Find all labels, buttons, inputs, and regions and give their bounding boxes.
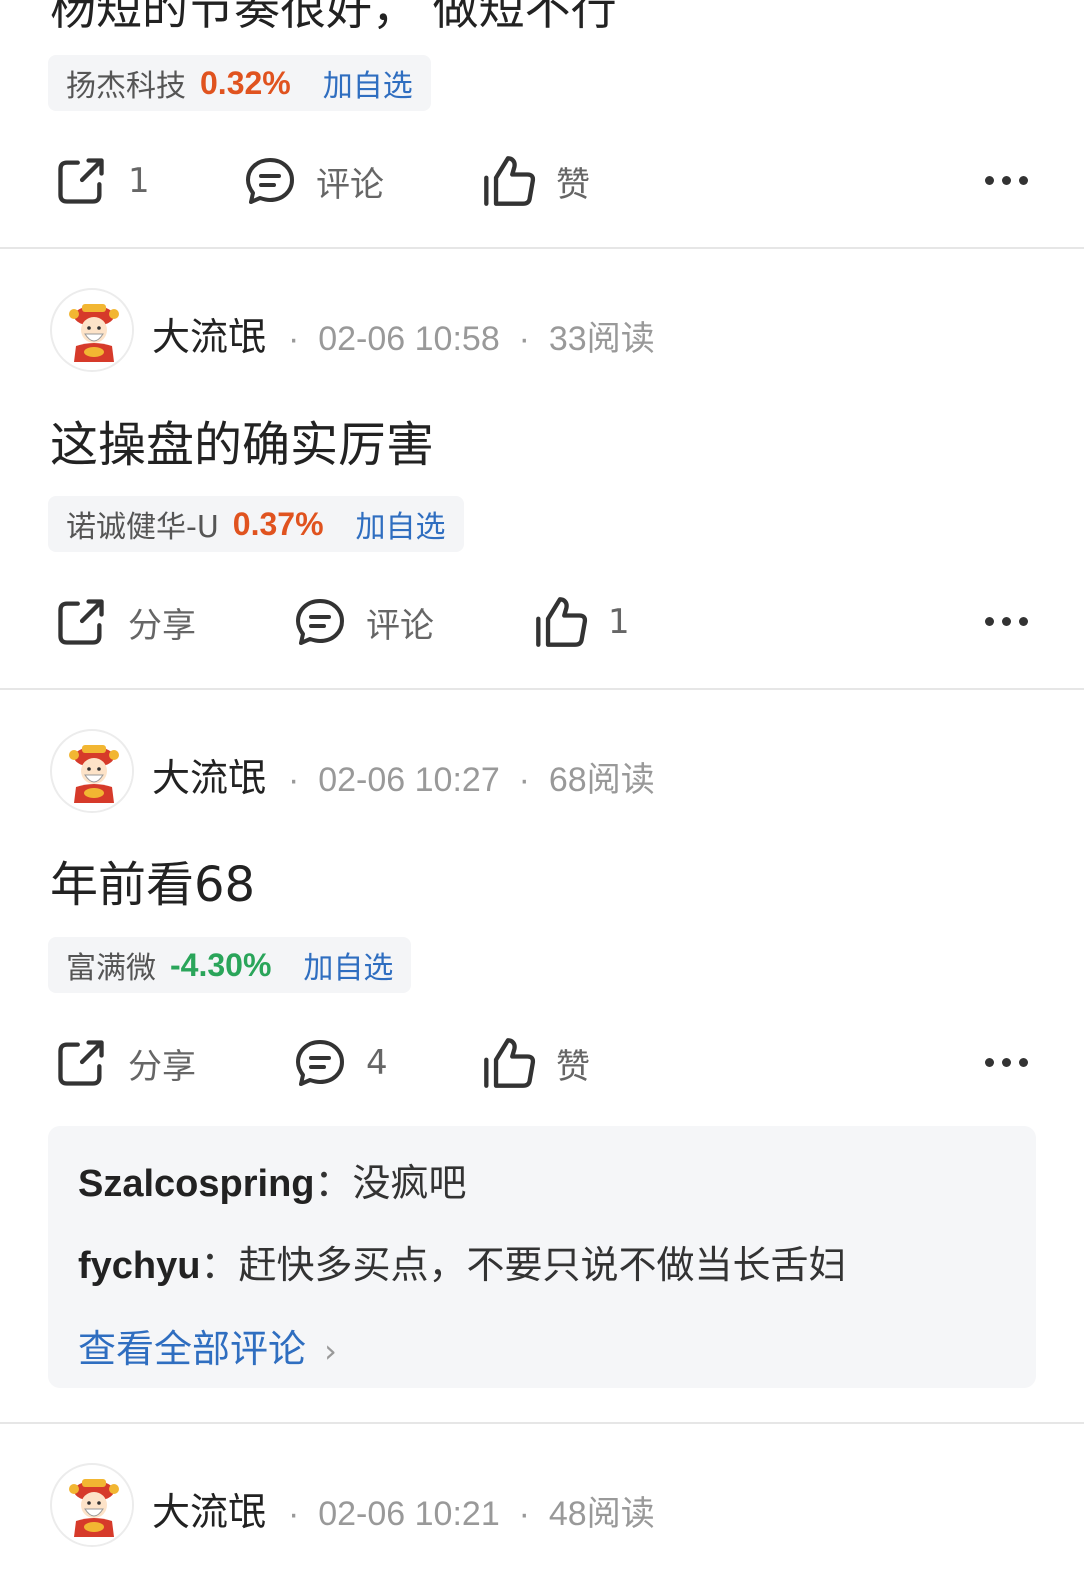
- comment-button[interactable]: 4: [294, 1028, 388, 1098]
- comment-label: 评论: [316, 164, 384, 205]
- like-label: 赞: [556, 164, 590, 205]
- commenter-name[interactable]: Szalcospring: [78, 1163, 315, 1205]
- view-all-comments-link[interactable]: 查看全部评论 ›: [78, 1318, 337, 1373]
- stock-name: 富满微: [66, 951, 156, 986]
- thumbs-up-icon: [534, 595, 588, 649]
- stock-name: 扬杰科技: [66, 69, 186, 104]
- stock-name: 诺诚健华-U: [66, 510, 219, 545]
- comment-icon: [296, 1040, 344, 1086]
- share-icon: [54, 1036, 108, 1090]
- avatar[interactable]: [50, 1463, 134, 1547]
- share-button[interactable]: 分享: [54, 1028, 196, 1098]
- avatar[interactable]: [50, 288, 134, 372]
- stock-change: -4.30%: [170, 946, 272, 983]
- post-meta: · 02-06 10:21 · 48阅读: [288, 1486, 655, 1535]
- stock-chip[interactable]: 富满微 -4.30% 加自选: [48, 937, 412, 993]
- share-icon: [54, 595, 108, 649]
- stock-chip[interactable]: 扬杰科技 0.32% 加自选: [48, 55, 431, 111]
- comment-separator: ：: [200, 1243, 239, 1287]
- add-watchlist-button[interactable]: 加自选: [356, 502, 446, 546]
- post-text[interactable]: 这操盘的确实厉害: [50, 405, 434, 475]
- meta-dot: ·: [518, 1495, 530, 1533]
- like-button[interactable]: 1: [534, 587, 630, 657]
- share-icon: [54, 154, 108, 208]
- comment-separator: ：: [314, 1161, 353, 1205]
- avatar-image: [53, 1468, 132, 1545]
- comment-text: 没疯吧: [352, 1161, 467, 1205]
- author-name[interactable]: 大流氓: [152, 306, 266, 361]
- post-meta: · 02-06 10:58 · 33阅读: [288, 311, 655, 360]
- meta-dot: ·: [288, 320, 300, 358]
- post-text[interactable]: 年前看68: [50, 845, 255, 915]
- add-watchlist-button[interactable]: 加自选: [323, 61, 413, 105]
- comment-button[interactable]: 评论: [294, 587, 434, 657]
- like-label: 赞: [556, 1046, 590, 1087]
- chevron-right-icon: ›: [324, 1332, 337, 1370]
- more-options-icon[interactable]: [985, 160, 1028, 200]
- read-count: 48阅读: [548, 1495, 655, 1533]
- stock-change: 0.32%: [200, 64, 291, 101]
- meta-dot: ·: [518, 761, 530, 799]
- avatar-image: [53, 734, 132, 811]
- read-count: 68阅读: [548, 761, 655, 799]
- more-options-icon[interactable]: [985, 1042, 1028, 1082]
- comment-item[interactable]: Szalcospring：没疯吧: [78, 1152, 467, 1207]
- share-button[interactable]: 分享: [54, 587, 196, 657]
- share-label: 分享: [128, 1046, 196, 1087]
- more-options-icon[interactable]: [985, 601, 1028, 641]
- share-label: 分享: [128, 605, 196, 646]
- like-button[interactable]: 赞: [482, 146, 590, 216]
- comment-text: 赶快多买点，不要只说不做当长舌妇: [238, 1243, 847, 1287]
- thumbs-up-icon: [482, 1036, 536, 1090]
- comment-preview-box[interactable]: Szalcospring：没疯吧 fychyu：赶快多买点，不要只说不做当长舌妇…: [48, 1126, 1036, 1388]
- author-name[interactable]: 大流氓: [152, 1481, 266, 1536]
- action-bar: 分享 4 赞: [0, 1028, 1084, 1098]
- post-text-partial: 杨短的节奏很好， 做短不行: [50, 0, 617, 35]
- share-button[interactable]: 1: [54, 146, 150, 216]
- comment-item[interactable]: fychyu：赶快多买点，不要只说不做当长舌妇: [78, 1234, 847, 1289]
- comment-button[interactable]: 评论: [244, 146, 384, 216]
- stock-change: 0.37%: [232, 505, 324, 542]
- share-count: 1: [128, 161, 150, 201]
- comment-icon: [296, 599, 344, 645]
- comment-icon: [246, 158, 294, 204]
- post-time: 02-06 10:21: [318, 1495, 500, 1533]
- post-time: 02-06 10:58: [318, 320, 500, 358]
- avatar-image: [53, 293, 132, 370]
- comment-label: 评论: [366, 605, 434, 646]
- post-meta: · 02-06 10:27 · 68阅读: [288, 752, 655, 801]
- thumbs-up-icon: [482, 154, 536, 208]
- post-time: 02-06 10:27: [318, 761, 500, 799]
- avatar[interactable]: [50, 729, 134, 813]
- divider: [0, 247, 1084, 249]
- meta-dot: ·: [288, 761, 300, 799]
- divider: [0, 1422, 1084, 1424]
- stock-chip[interactable]: 诺诚健华-U 0.37% 加自选: [48, 496, 464, 552]
- commenter-name[interactable]: fychyu: [78, 1245, 200, 1287]
- view-all-label: 查看全部评论: [78, 1327, 307, 1371]
- read-count: 33阅读: [548, 320, 655, 358]
- meta-dot: ·: [518, 320, 530, 358]
- divider: [0, 688, 1084, 690]
- author-name[interactable]: 大流氓: [152, 747, 266, 802]
- meta-dot: ·: [288, 1495, 300, 1533]
- like-count: 1: [608, 602, 630, 642]
- action-bar: 分享 评论 1: [0, 587, 1084, 657]
- add-watchlist-button[interactable]: 加自选: [303, 943, 393, 987]
- action-bar: 1 评论 赞: [0, 146, 1084, 216]
- comment-count: 4: [366, 1043, 388, 1083]
- like-button[interactable]: 赞: [482, 1028, 590, 1098]
